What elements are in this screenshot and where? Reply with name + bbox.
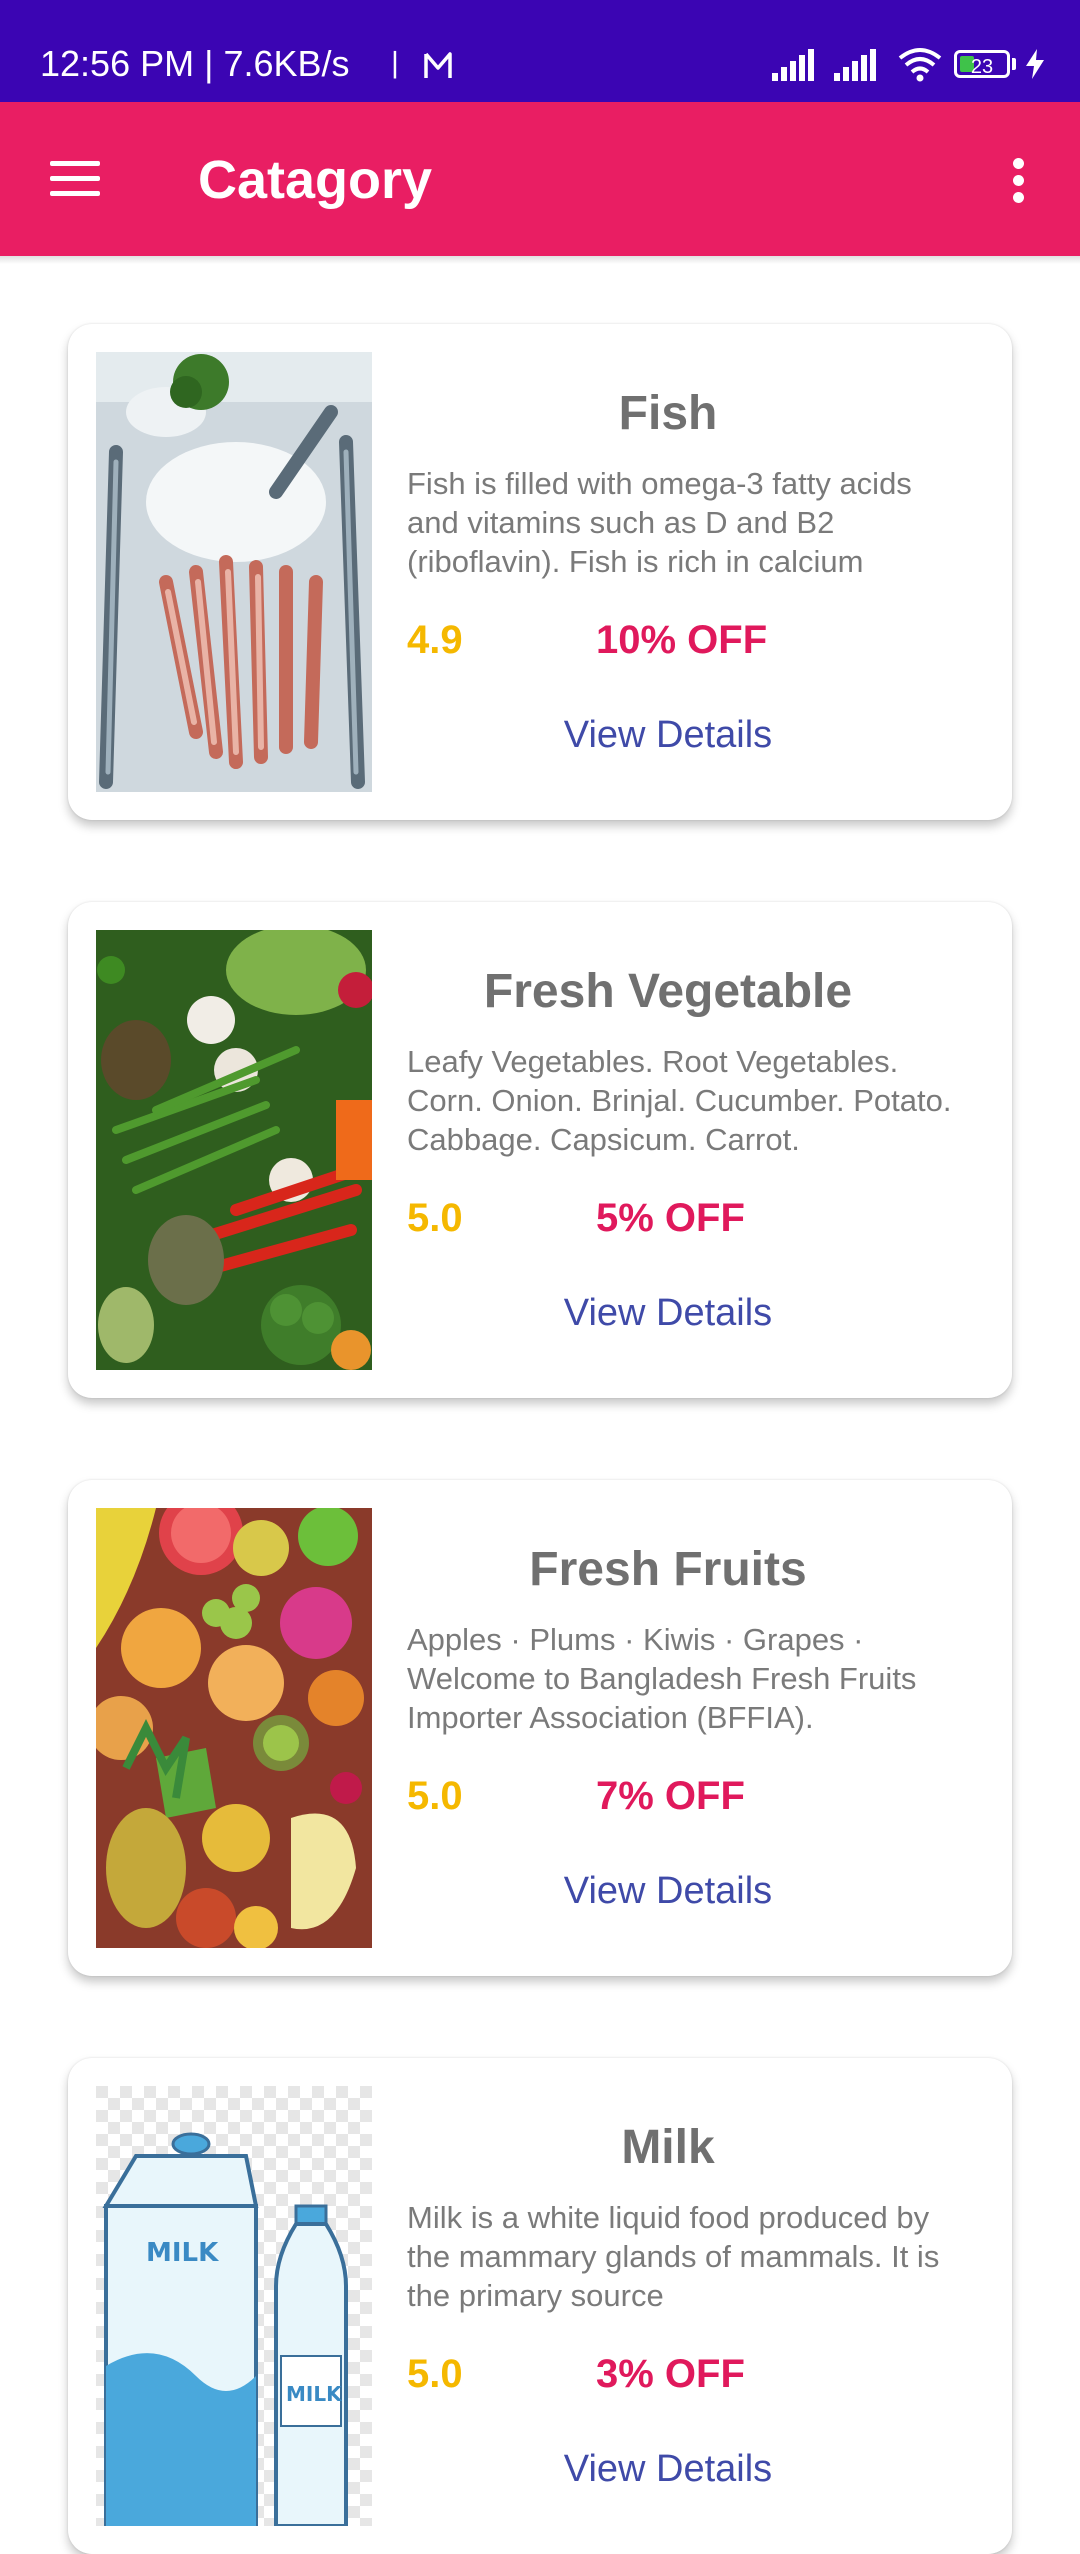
charging-bolt-icon bbox=[1026, 49, 1044, 79]
milk-bottle-text: MILK bbox=[286, 2382, 343, 2406]
discount-badge: 10% OFF bbox=[596, 618, 768, 662]
signal-icon-2 bbox=[834, 49, 876, 81]
view-details-link[interactable]: View Details bbox=[388, 712, 948, 758]
discount-badge: 5% OFF bbox=[596, 1196, 745, 1240]
status-bar: 12:56 PM | 7.6KB/s 丨 23 bbox=[0, 0, 1080, 102]
category-description: Apples · Plums · Kiwis · Grapes · Welcom… bbox=[407, 1622, 917, 1735]
signal-icon bbox=[772, 49, 814, 81]
svg-text:丨: 丨 bbox=[380, 49, 410, 84]
app-bar: Catagory bbox=[0, 102, 1080, 256]
category-card-vegetable[interactable]: Fresh Vegetable Leafy Vegetables. Root V… bbox=[68, 902, 1012, 1398]
category-title: Fish bbox=[618, 387, 718, 440]
rating-value: 5.0 bbox=[407, 2352, 463, 2396]
discount-badge: 3% OFF bbox=[596, 2352, 745, 2396]
category-title: Fresh Vegetable bbox=[483, 965, 853, 1018]
page-title: Catagory bbox=[198, 150, 433, 210]
view-details-link[interactable]: View Details bbox=[388, 1290, 948, 1336]
category-card-milk[interactable]: MILK MILK Milk Milk is a white liquid fo… bbox=[68, 2058, 1012, 2554]
battery-icon: 23 bbox=[954, 50, 1010, 78]
more-vert-icon[interactable] bbox=[1008, 156, 1032, 204]
milk-image: MILK MILK bbox=[96, 2086, 372, 2526]
category-description: Leafy Vegetables. Root Vegetables. Corn.… bbox=[407, 1044, 952, 1157]
notification-glyphs-icon: 丨 bbox=[380, 49, 452, 84]
milk-carton-text: MILK bbox=[146, 2238, 219, 2268]
notification-icons: 丨 bbox=[380, 48, 500, 89]
category-card-fish[interactable]: Fish Fish is filled with omega-3 fatty a… bbox=[68, 324, 1012, 820]
rating-value: 5.0 bbox=[407, 1774, 463, 1818]
category-card-fruits[interactable]: Fresh Fruits Apples · Plums · Kiwis · Gr… bbox=[68, 1480, 1012, 1976]
hamburger-menu-icon[interactable] bbox=[48, 157, 104, 201]
system-icons: 23 bbox=[772, 44, 1044, 84]
status-time: 12:56 PM | 7.6KB/s bbox=[40, 43, 350, 84]
category-title: Milk bbox=[621, 2121, 715, 2174]
battery-level: 23 bbox=[970, 56, 994, 78]
rating-value: 5.0 bbox=[407, 1196, 463, 1240]
view-details-link[interactable]: View Details bbox=[388, 1868, 948, 1914]
discount-badge: 7% OFF bbox=[596, 1774, 745, 1818]
view-details-link[interactable]: View Details bbox=[388, 2446, 948, 2492]
battery-tip bbox=[1012, 58, 1016, 70]
category-title: Fresh Fruits bbox=[529, 1543, 807, 1596]
category-description: Milk is a white liquid food produced by … bbox=[407, 2200, 940, 2313]
vegetables-image bbox=[96, 930, 372, 1370]
wifi-icon bbox=[898, 48, 942, 82]
fish-image bbox=[96, 352, 372, 792]
category-description: Fish is filled with omega-3 fatty acids … bbox=[407, 466, 912, 579]
rating-value: 4.9 bbox=[407, 618, 463, 662]
fruits-image bbox=[96, 1508, 372, 1948]
